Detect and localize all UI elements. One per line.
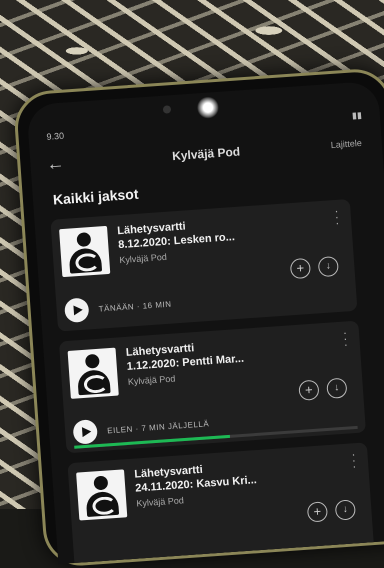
episode-podcast: Kylväjä Pod [127,373,176,387]
episode-card[interactable]: Lähetysvartti 1.12.2020: Pentti Mar... K… [58,320,366,454]
episode-podcast: Kylväjä Pod [136,495,185,509]
progress-fill [74,434,231,449]
episode-meta: TÄNÄÄN · 16 MIN [98,299,172,314]
play-icon[interactable] [72,419,99,445]
more-icon[interactable]: · · · [334,204,340,230]
section-title: Kaikki jaksot [52,185,139,208]
phone: 9.30 ▮▮ ← Kylväjä Pod Lajittele Kaikki j… [12,66,384,568]
play-icon[interactable] [63,297,90,324]
add-icon[interactable]: + [298,379,320,401]
episode-meta: EILEN · 7 MIN JÄLJELLÄ [106,419,210,436]
add-icon[interactable]: + [306,501,329,523]
camera-glare [196,95,220,120]
phone-screen: 9.30 ▮▮ ← Kylväjä Pod Lajittele Kaikki j… [26,80,384,565]
podcast-artwork [76,469,128,521]
episode-card[interactable]: Lähetysvartti 24.11.2020: Kasvu Kri... K… [67,442,375,565]
more-icon[interactable]: · · · [351,447,357,473]
add-icon[interactable]: + [289,257,312,280]
podcast-artwork [67,347,119,399]
download-icon[interactable]: ↓ [326,377,348,399]
camera-icon [162,105,172,114]
more-icon[interactable]: · · · [342,325,348,351]
status-time: 9.30 [46,130,65,142]
download-icon[interactable]: ↓ [317,255,339,278]
battery-icon: ▮▮ [351,109,363,121]
episode-podcast: Kylväjä Pod [119,251,168,266]
episode-card[interactable]: Lähetysvartti 8.12.2020: Lesken ro... Ky… [50,198,358,332]
download-icon[interactable]: ↓ [334,499,357,521]
podcast-artwork [59,225,111,278]
